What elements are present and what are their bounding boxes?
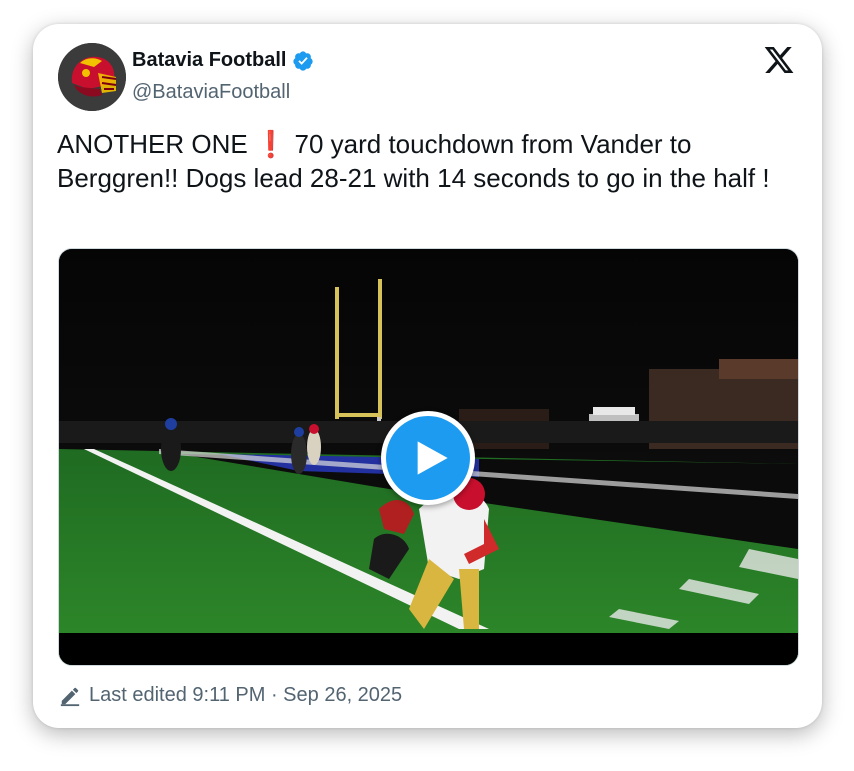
play-button-inner [386,416,470,500]
account-handle[interactable]: @BataviaFootball [132,81,290,104]
x-logo-icon[interactable] [763,44,795,76]
tweet-text: ANOTHER ONE ❗ 70 yard touchdown from Van… [57,129,770,193]
display-name[interactable]: Batavia Football [132,49,286,72]
name-row: Batavia Football [132,49,314,72]
video-player[interactable] [58,248,799,666]
play-button[interactable] [381,411,475,505]
edited-footer: Last edited 9:11 PM · Sep 26, 2025 [59,684,402,707]
play-icon [417,441,448,475]
helmet-logo-icon [58,43,126,111]
pencil-icon [60,687,80,706]
edited-timestamp[interactable]: Last edited 9:11 PM · Sep 26, 2025 [89,684,402,707]
tweet-card: Batavia Football @BataviaFootball ANOTHE… [33,24,822,728]
avatar[interactable] [58,43,126,111]
verified-badge-icon [293,50,314,71]
